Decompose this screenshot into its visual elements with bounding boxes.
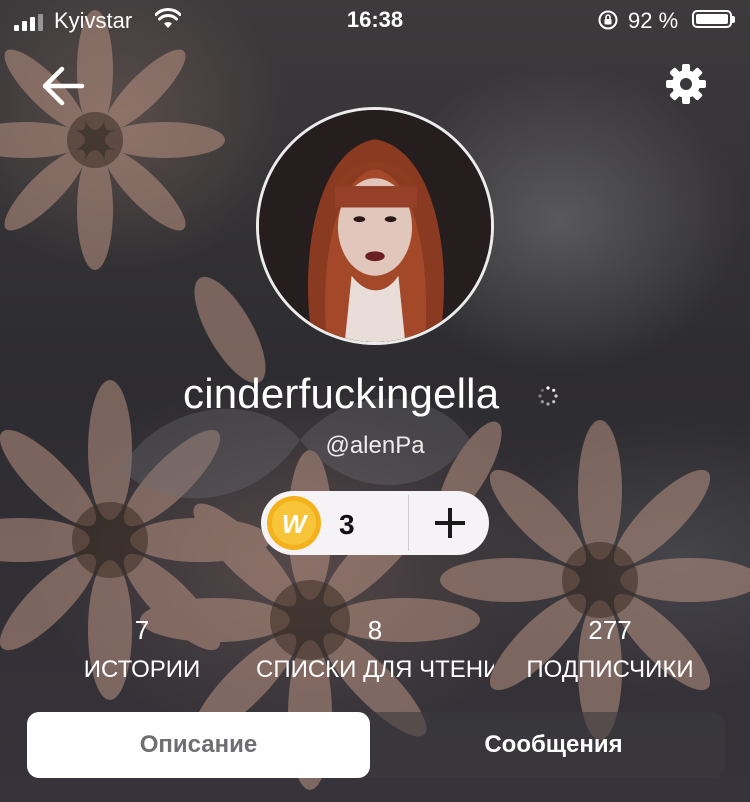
display-name: cinderfuckingella <box>183 370 500 417</box>
battery-icon <box>692 10 735 28</box>
stat-label: ПОДПИСЧИКИ <box>526 656 694 683</box>
back-arrow-icon[interactable] <box>38 60 90 112</box>
stat-reading-lists[interactable]: 8 СПИСКИ ДЛЯ ЧТЕНИЯ <box>256 615 494 684</box>
coin-balance-pill: W 3 <box>261 491 489 555</box>
stat-stories[interactable]: 7 ИСТОРИИ <box>62 615 222 684</box>
add-coins-button[interactable] <box>411 491 489 555</box>
stat-label: СПИСКИ ДЛЯ ЧТЕНИЯ <box>256 656 494 683</box>
svg-text:W: W <box>282 509 309 539</box>
loading-spinner-icon <box>538 386 558 406</box>
gear-icon[interactable] <box>662 60 710 108</box>
stat-label: ИСТОРИИ <box>83 656 201 683</box>
stat-value: 7 <box>134 615 150 645</box>
coin-icon: W <box>267 496 321 550</box>
stat-value: 277 <box>588 615 632 645</box>
profile-tab-bar: Описание Сообщения <box>27 712 725 778</box>
stat-value: 8 <box>367 615 383 645</box>
avatar[interactable] <box>256 107 494 345</box>
coin-count: 3 <box>339 509 355 540</box>
tab-description[interactable]: Описание <box>27 712 370 778</box>
status-bar: Kyivstar 16:38 92 % <box>0 0 750 40</box>
username-handle: @alenPa <box>325 432 425 459</box>
tab-messages[interactable]: Сообщения <box>382 712 725 778</box>
stat-followers[interactable]: 277 ПОДПИСЧИКИ <box>510 615 710 684</box>
rotation-lock-icon <box>598 10 618 30</box>
divider <box>408 495 409 551</box>
battery-percent: 92 % <box>628 8 679 33</box>
